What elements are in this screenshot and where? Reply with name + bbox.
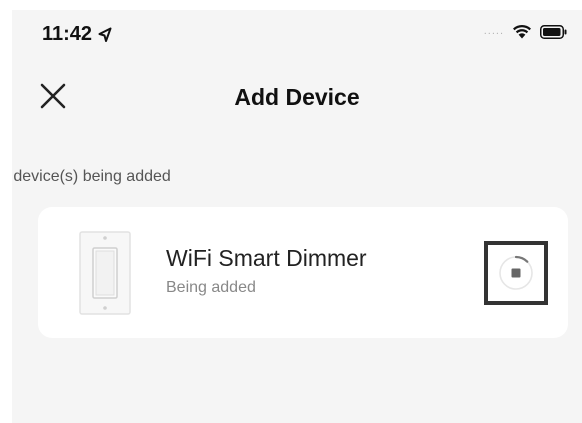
status-time: 11:42 [42,23,93,45]
page-title: Add Device [234,84,360,110]
status-indicators: ..... [484,24,568,39]
wifi-icon [513,24,531,39]
progress-indicator-button[interactable] [484,241,548,305]
signal-dots-icon: ..... [483,25,504,37]
device-name: WiFi Smart Dimmer [166,245,367,271]
dimmer-switch-image [79,231,131,315]
app-screen: 11:42 ..... Add Device 1 device(s) being… [12,10,582,423]
devices-being-added-label: 1 device(s) being added [12,168,171,185]
status-time-group: 11:42 [42,23,112,46]
device-status: Being added [166,279,256,296]
device-card[interactable]: WiFi Smart Dimmer Being added [38,207,568,338]
status-bar: 11:42 ..... [12,10,582,50]
progress-spinner-icon [499,255,533,290]
battery-icon [540,24,567,39]
navigation-bar: Add Device [12,70,582,120]
location-arrow-icon [98,27,112,42]
